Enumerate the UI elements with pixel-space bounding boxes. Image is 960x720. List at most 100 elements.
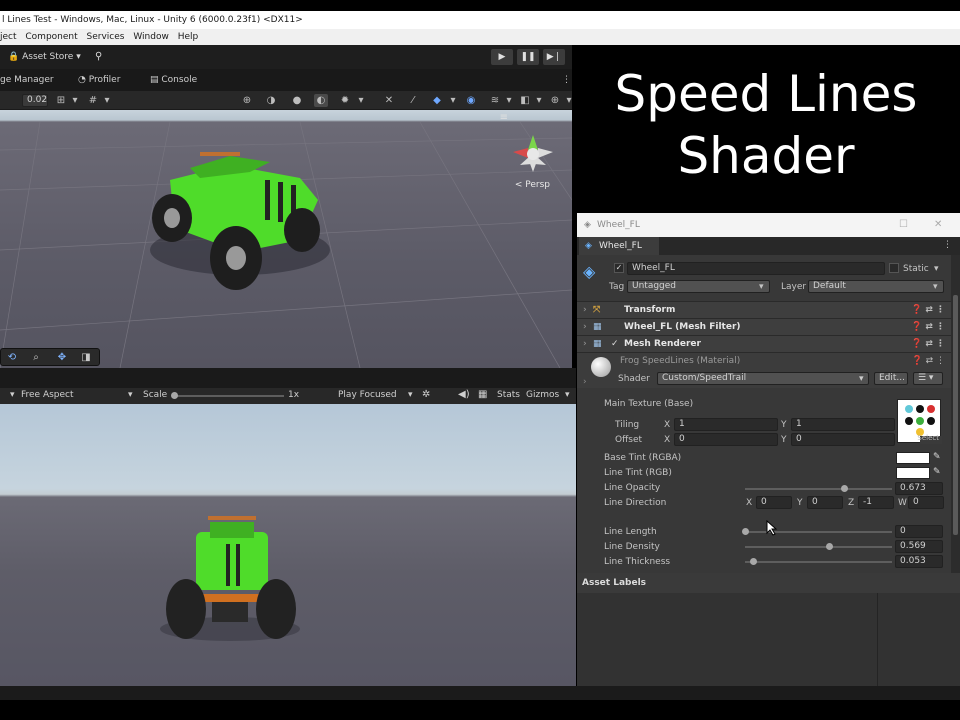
line-thickness-slider-knob[interactable] bbox=[749, 558, 757, 565]
line-opacity-slider-knob[interactable] bbox=[840, 485, 848, 492]
eyedropper-icon[interactable]: ✎ bbox=[933, 452, 941, 462]
eyedropper-icon[interactable]: ✎ bbox=[933, 467, 941, 477]
inspector-scrollbar-thumb[interactable] bbox=[953, 295, 958, 535]
aspect-dropdown[interactable]: Free Aspect bbox=[21, 390, 74, 400]
shader-edit-button[interactable]: Edit... bbox=[874, 372, 908, 385]
line-opacity-field[interactable]: 0.673 bbox=[895, 482, 943, 495]
snap-value-field[interactable]: 0.02 bbox=[22, 94, 48, 107]
aspect-dropdown-icon[interactable]: ▾ bbox=[10, 390, 15, 400]
tiling-x-field[interactable]: 1 bbox=[674, 418, 778, 431]
line-density-slider-track[interactable] bbox=[745, 546, 892, 548]
dir-w-field[interactable]: 0 bbox=[908, 496, 944, 509]
lighting-icon[interactable]: ✹ bbox=[338, 94, 352, 107]
zoom-tool-icon[interactable]: ⌕ bbox=[27, 351, 45, 364]
tab-menu-icon[interactable]: ⋮ bbox=[943, 240, 952, 250]
line-length-slider-knob[interactable] bbox=[742, 528, 749, 535]
play-button[interactable]: ▶ bbox=[491, 49, 513, 65]
menu-item-services[interactable]: Services bbox=[87, 32, 125, 42]
material-options-icon[interactable]: ❓ ⇄ ⋮ bbox=[912, 356, 945, 366]
orientation-gizmo[interactable] bbox=[513, 135, 553, 172]
component-options-icon[interactable]: ❓ ⇄ ⋮ bbox=[911, 336, 945, 352]
close-icon[interactable]: ✕ bbox=[934, 213, 942, 237]
chevron-down-icon[interactable]: ▾ bbox=[128, 390, 133, 400]
component-options-icon[interactable]: ❓ ⇄ ⋮ bbox=[911, 302, 945, 318]
line-thickness-field[interactable]: 0.053 bbox=[895, 555, 943, 568]
tag-dropdown[interactable]: Untagged bbox=[627, 280, 770, 293]
tab-package-manager[interactable]: ge Manager bbox=[0, 69, 54, 91]
asset-labels-header[interactable]: Asset Labels bbox=[577, 573, 960, 593]
shader-dropdown[interactable]: Custom/SpeedTrail bbox=[657, 372, 869, 385]
chevron-down-icon[interactable]: ▾ bbox=[100, 94, 114, 107]
layer-dropdown[interactable]: Default bbox=[808, 280, 944, 293]
transform-header[interactable]: › ⤧ Transform ❓ ⇄ ⋮ bbox=[577, 301, 951, 318]
menu-item-window[interactable]: Window bbox=[133, 32, 169, 42]
line-density-field[interactable]: 0.569 bbox=[895, 540, 943, 553]
fx-off-icon[interactable]: ⁄ bbox=[406, 94, 420, 107]
dir-x-field[interactable]: 0 bbox=[756, 496, 792, 509]
object-name-field[interactable]: Wheel_FL bbox=[627, 262, 885, 275]
mesh-filter-header[interactable]: › ▦ Wheel_FL (Mesh Filter) ❓ ⇄ ⋮ bbox=[577, 318, 951, 335]
scale-slider-knob[interactable] bbox=[171, 392, 178, 399]
pause-button[interactable]: ❚❚ bbox=[517, 49, 539, 65]
view-tool-icon[interactable]: ⟲ bbox=[3, 351, 21, 364]
layers-icon[interactable]: ◆ bbox=[430, 94, 444, 107]
audio-off-icon[interactable]: ✕ bbox=[382, 94, 396, 107]
play-focused-dropdown[interactable]: Play Focused bbox=[338, 390, 397, 400]
component-options-icon[interactable]: ❓ ⇄ ⋮ bbox=[911, 319, 945, 335]
chevron-down-icon[interactable]: ▾ bbox=[502, 94, 516, 107]
tab-inspector[interactable]: ◈ Wheel_FL bbox=[579, 237, 659, 255]
tab-console[interactable]: ▤ Console bbox=[150, 69, 197, 91]
line-length-field[interactable]: 0 bbox=[895, 525, 943, 538]
chevron-down-icon[interactable]: ▾ bbox=[68, 94, 82, 107]
menu-item-component[interactable]: Component bbox=[25, 32, 77, 42]
texture-select-button[interactable]: Select bbox=[917, 434, 939, 442]
step-button[interactable]: ▶❘ bbox=[543, 49, 565, 65]
shading-solid-icon[interactable]: ● bbox=[290, 94, 304, 107]
gizmo-icon[interactable]: ⊕ bbox=[548, 94, 562, 107]
tiling-y-field[interactable]: 1 bbox=[791, 418, 895, 431]
menu-item-help[interactable]: Help bbox=[178, 32, 199, 42]
stats-button[interactable]: Stats bbox=[497, 390, 520, 400]
menu-item-project[interactable]: ject bbox=[0, 32, 17, 42]
custom-tool-icon[interactable]: ◨ bbox=[77, 351, 95, 364]
active-checkbox[interactable]: ✓ bbox=[614, 263, 624, 273]
gizmos-button[interactable]: Gizmos bbox=[526, 390, 559, 400]
mesh-renderer-header[interactable]: › ▦ ✓ Mesh Renderer ❓ ⇄ ⋮ bbox=[577, 335, 951, 352]
game-view[interactable] bbox=[0, 404, 576, 686]
inspector-scrollbar[interactable] bbox=[951, 255, 960, 585]
chevron-down-icon[interactable]: ▾ bbox=[446, 94, 460, 107]
move-tool-icon[interactable]: ✥ bbox=[53, 351, 71, 364]
shading-lit-icon[interactable]: ◐ bbox=[314, 94, 328, 107]
chevron-down-icon[interactable]: ▾ bbox=[354, 94, 368, 107]
snap-icon[interactable]: ⊞ bbox=[54, 94, 68, 107]
shader-menu-button[interactable]: ☰ ▾ bbox=[913, 372, 943, 385]
grid-icon[interactable]: # bbox=[86, 94, 100, 107]
version-control-icon[interactable]: ⚲ bbox=[95, 49, 102, 65]
maximize-icon[interactable]: ☐ bbox=[899, 213, 908, 237]
bug-icon[interactable]: ✲ bbox=[422, 389, 430, 400]
line-thickness-slider-track[interactable] bbox=[745, 561, 892, 563]
tab-profiler[interactable]: ◔ Profiler bbox=[78, 69, 120, 91]
chevron-down-icon[interactable]: ▾ bbox=[408, 390, 413, 400]
layers-stack-icon[interactable]: ≋ bbox=[488, 94, 502, 107]
line-opacity-slider-track[interactable] bbox=[745, 488, 892, 490]
scene-view[interactable]: < Persp ≡ bbox=[0, 110, 572, 368]
grid-display-icon[interactable]: ▦ bbox=[478, 389, 487, 400]
tab-menu-icon[interactable]: ⋮ bbox=[562, 69, 571, 91]
chevron-down-icon[interactable]: ▾ bbox=[532, 94, 546, 107]
main-texture-slot[interactable]: Select bbox=[897, 399, 942, 444]
persp-label[interactable]: < Persp bbox=[515, 180, 550, 190]
material-header[interactable]: › Frog SpeedLines (Material) ❓ ⇄ ⋮ Shade… bbox=[577, 352, 951, 388]
scene-menu-icon[interactable]: ≡ bbox=[500, 112, 508, 123]
chevron-down-icon[interactable]: ▾ bbox=[565, 390, 570, 400]
line-tint-swatch[interactable] bbox=[896, 467, 930, 479]
static-checkbox[interactable] bbox=[889, 263, 899, 273]
draw-mode-icon[interactable]: ⊕ bbox=[240, 94, 254, 107]
chevron-down-icon[interactable]: ▾ bbox=[934, 264, 939, 274]
dir-z-field[interactable]: -1 bbox=[858, 496, 894, 509]
renderer-enabled-checkbox[interactable]: ✓ bbox=[611, 336, 619, 352]
shading-wire-icon[interactable]: ◑ bbox=[264, 94, 278, 107]
asset-store-button[interactable]: 🔒 Asset Store ▾ bbox=[8, 49, 81, 65]
line-density-slider-knob[interactable] bbox=[825, 543, 833, 550]
offset-y-field[interactable]: 0 bbox=[791, 433, 895, 446]
